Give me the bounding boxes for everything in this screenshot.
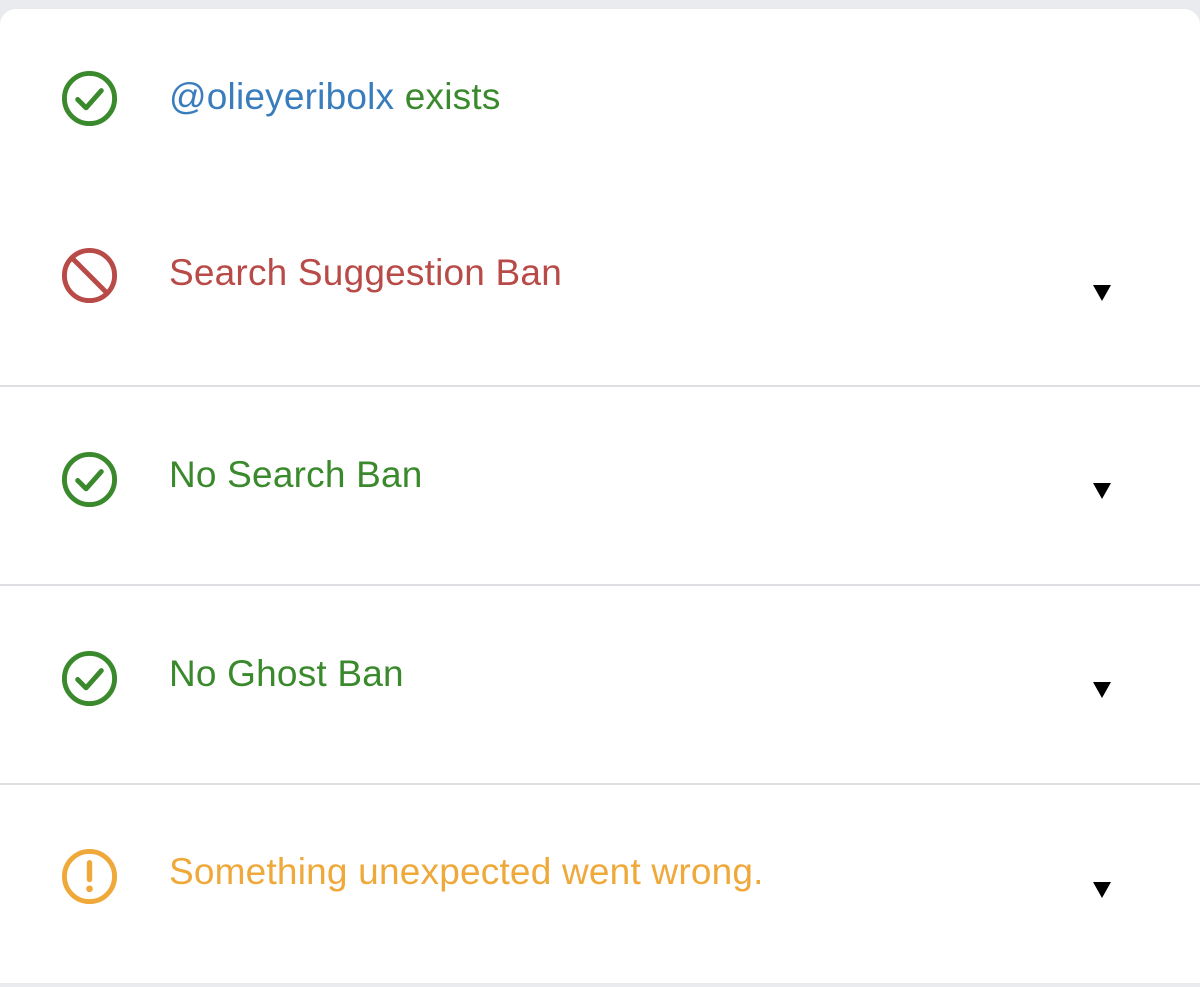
error-label: Something unexpected went wrong. [169, 851, 764, 892]
search-ban-label: No Search Ban [169, 454, 423, 495]
check-circle-icon [60, 69, 119, 128]
prohibited-icon [60, 246, 119, 305]
check-circle-icon [60, 450, 119, 509]
expand-caret-icon[interactable] [1093, 285, 1111, 301]
exclamation-circle-icon [60, 847, 119, 906]
result-row-ghost-ban[interactable]: No Ghost Ban [0, 586, 1200, 785]
exists-text: exists [394, 76, 501, 117]
check-circle-icon [60, 649, 119, 708]
search-suggestion-ban-label: Search Suggestion Ban [169, 252, 562, 293]
result-row-search-ban[interactable]: No Search Ban [0, 387, 1200, 586]
expand-caret-icon[interactable] [1093, 483, 1111, 499]
results-card: @olieyeribolx exists Search Suggestion B… [0, 9, 1200, 983]
ghost-ban-label: No Ghost Ban [169, 653, 404, 694]
result-row-search-suggestion-ban[interactable]: Search Suggestion Ban [0, 189, 1200, 387]
account-exists-label: @olieyeribolx exists [169, 75, 501, 119]
result-row-error[interactable]: Something unexpected went wrong. [0, 785, 1200, 983]
account-handle[interactable]: @olieyeribolx [169, 76, 394, 117]
expand-caret-icon[interactable] [1093, 682, 1111, 698]
expand-caret-icon[interactable] [1093, 882, 1111, 898]
result-row-exists: @olieyeribolx exists [0, 9, 1200, 189]
